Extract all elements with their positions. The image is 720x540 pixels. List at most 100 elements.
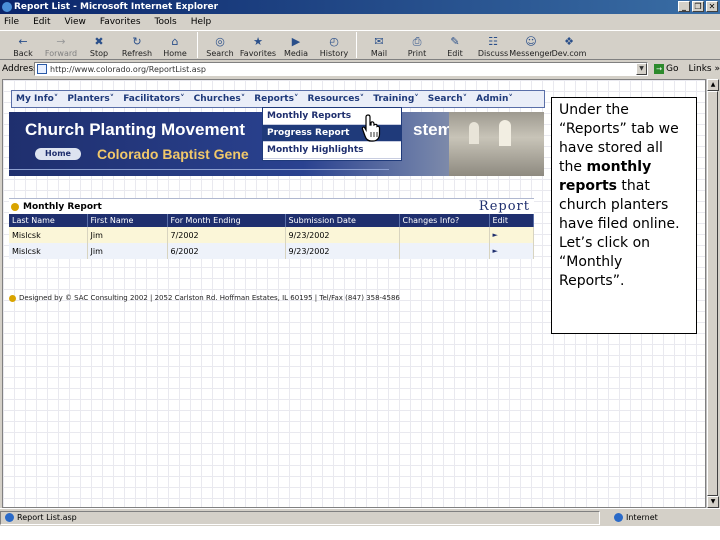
- banner-title-tail: stem: [413, 120, 453, 139]
- nav-training[interactable]: Training˅: [373, 94, 419, 104]
- nav-planters[interactable]: Planters˅: [67, 94, 114, 104]
- menu-file[interactable]: File: [4, 17, 19, 27]
- col-month-ending[interactable]: For Month Ending: [167, 214, 286, 227]
- forward-button[interactable]: → Forward: [42, 31, 80, 59]
- internet-zone-icon: [614, 513, 623, 522]
- scroll-down-icon[interactable]: ▼: [707, 496, 719, 508]
- edit-arrow-icon[interactable]: ►: [489, 243, 534, 259]
- status-bar: Report List.asp Internet: [0, 508, 720, 526]
- status-zone: Internet: [614, 513, 658, 522]
- nav-resources[interactable]: Resources˅: [307, 94, 364, 104]
- toolbar: ← Back → Forward ✖ Stop ↻ Refresh ⌂ Home ◎ Sea…: [0, 30, 720, 60]
- go-button[interactable]: → Go: [654, 64, 678, 74]
- monthly-report-heading: Monthly Report: [23, 201, 102, 212]
- edit-icon: ✎: [450, 35, 460, 48]
- media-button[interactable]: ▶ Media: [277, 31, 315, 59]
- address-url: http://www.colorado.org/ReportList.asp: [50, 64, 206, 74]
- address-dropdown-icon[interactable]: ▼: [636, 63, 647, 75]
- col-last-name[interactable]: Last Name: [9, 214, 88, 227]
- table-row[interactable]: Mislcsk Jim 7/2002 9/23/2002 ►: [9, 227, 534, 243]
- edit-arrow-icon[interactable]: ►: [489, 227, 534, 243]
- nav-churches[interactable]: Churches˅: [194, 94, 246, 104]
- menu-help[interactable]: Help: [191, 17, 212, 27]
- cell-changes-info: [399, 243, 490, 259]
- nav-reports[interactable]: Reports˅: [254, 94, 298, 104]
- report-bullet-icon: [11, 202, 19, 211]
- zone-label: Internet: [626, 513, 658, 522]
- devcom-icon: ❖: [564, 35, 574, 48]
- toolbar-separator: [356, 32, 357, 58]
- menu-favorites[interactable]: Favorites: [100, 17, 141, 27]
- print-button[interactable]: ⎙ Print: [398, 31, 436, 59]
- refresh-button[interactable]: ↻ Refresh: [118, 31, 156, 59]
- scroll-up-icon[interactable]: ▲: [707, 79, 719, 91]
- menu-edit[interactable]: Edit: [33, 17, 50, 27]
- search-button[interactable]: ◎ Search: [201, 31, 239, 59]
- messenger-icon: ☺: [525, 35, 537, 48]
- col-changes-info[interactable]: Changes Info?: [399, 214, 490, 227]
- page-icon: [37, 64, 47, 74]
- devcom-button[interactable]: ❖ Dev.com: [550, 31, 588, 59]
- messenger-button[interactable]: ☺ Messenger: [509, 31, 552, 59]
- home-icon: ⌂: [171, 35, 179, 48]
- footer-text: Designed by © SAC Consulting 2002 | 2052…: [19, 294, 400, 302]
- back-button[interactable]: ← Back: [4, 31, 42, 59]
- table-row[interactable]: Mislcsk Jim 6/2002 9/23/2002 ►: [9, 243, 534, 259]
- mail-icon: ✉: [374, 35, 384, 48]
- hand-cursor-icon: [361, 114, 381, 142]
- nav-facilitators[interactable]: Facilitators˅: [123, 94, 184, 104]
- forward-arrow-icon: →: [56, 35, 66, 48]
- report-table: Last Name First Name For Month Ending Su…: [9, 214, 534, 259]
- mail-button[interactable]: ✉ Mail: [360, 31, 398, 59]
- banner-subtitle: Colorado Baptist Gene: [97, 146, 249, 162]
- status-page-icon: [5, 513, 14, 522]
- vertical-scrollbar[interactable]: ▲ ▼: [706, 79, 719, 508]
- minimize-button[interactable]: _: [678, 1, 690, 12]
- footer-bullet-icon: [9, 294, 16, 302]
- col-edit[interactable]: Edit: [489, 214, 534, 227]
- menu-view[interactable]: View: [65, 17, 86, 27]
- history-button[interactable]: ◴ History: [315, 31, 353, 59]
- home-button[interactable]: ⌂ Home: [156, 31, 194, 59]
- close-button[interactable]: ✕: [706, 1, 718, 12]
- cell-last-name: Mislcsk: [9, 227, 88, 243]
- banner-home-button[interactable]: Home: [35, 148, 81, 160]
- ie-logo-icon: [2, 2, 12, 12]
- edit-button[interactable]: ✎ Edit: [436, 31, 474, 59]
- cell-month-ending: 7/2002: [167, 227, 286, 243]
- search-icon: ◎: [215, 35, 225, 48]
- printer-icon: ⎙: [412, 34, 422, 48]
- report-badge: Report: [478, 199, 530, 214]
- cell-submission-date: 9/23/2002: [285, 227, 400, 243]
- cell-last-name: Mislcsk: [9, 243, 88, 259]
- nav-search[interactable]: Search˅: [428, 94, 467, 104]
- favorites-icon: ★: [253, 35, 263, 48]
- nav-my-info[interactable]: My Info˅: [16, 94, 58, 104]
- go-arrow-icon: →: [654, 64, 664, 74]
- callout-box: Under the “Reports” tab we have stored a…: [551, 97, 697, 334]
- maximize-button[interactable]: ❐: [692, 1, 704, 12]
- discuss-button[interactable]: ☷ Discuss: [474, 31, 512, 59]
- address-label: Address: [2, 64, 38, 74]
- stop-icon: ✖: [94, 35, 104, 48]
- banner-divider: [9, 169, 389, 170]
- favorites-button[interactable]: ★ Favorites: [239, 31, 277, 59]
- col-submission-date[interactable]: Submission Date: [285, 214, 400, 227]
- cell-first-name: Jim: [87, 227, 168, 243]
- callout-text-after: that church planters have filed online. …: [559, 178, 680, 289]
- menu-tools[interactable]: Tools: [155, 17, 177, 27]
- cell-first-name: Jim: [87, 243, 168, 259]
- cell-submission-date: 9/23/2002: [285, 243, 400, 259]
- media-icon: ▶: [291, 35, 301, 48]
- dropdown-monthly-highlights[interactable]: Monthly Highlights: [263, 142, 401, 159]
- discuss-icon: ☷: [488, 35, 498, 48]
- stop-button[interactable]: ✖ Stop: [80, 31, 118, 59]
- col-first-name[interactable]: First Name: [87, 214, 168, 227]
- nav-admin[interactable]: Admin˅: [476, 94, 513, 104]
- address-input[interactable]: http://www.colorado.org/ReportList.asp ▼: [34, 62, 648, 76]
- scroll-thumb[interactable]: [707, 91, 718, 496]
- menu-bar: File Edit View Favorites Tools Help: [0, 14, 720, 30]
- back-arrow-icon: ←: [18, 35, 28, 48]
- links-button[interactable]: Links »: [688, 64, 720, 74]
- refresh-icon: ↻: [132, 35, 142, 48]
